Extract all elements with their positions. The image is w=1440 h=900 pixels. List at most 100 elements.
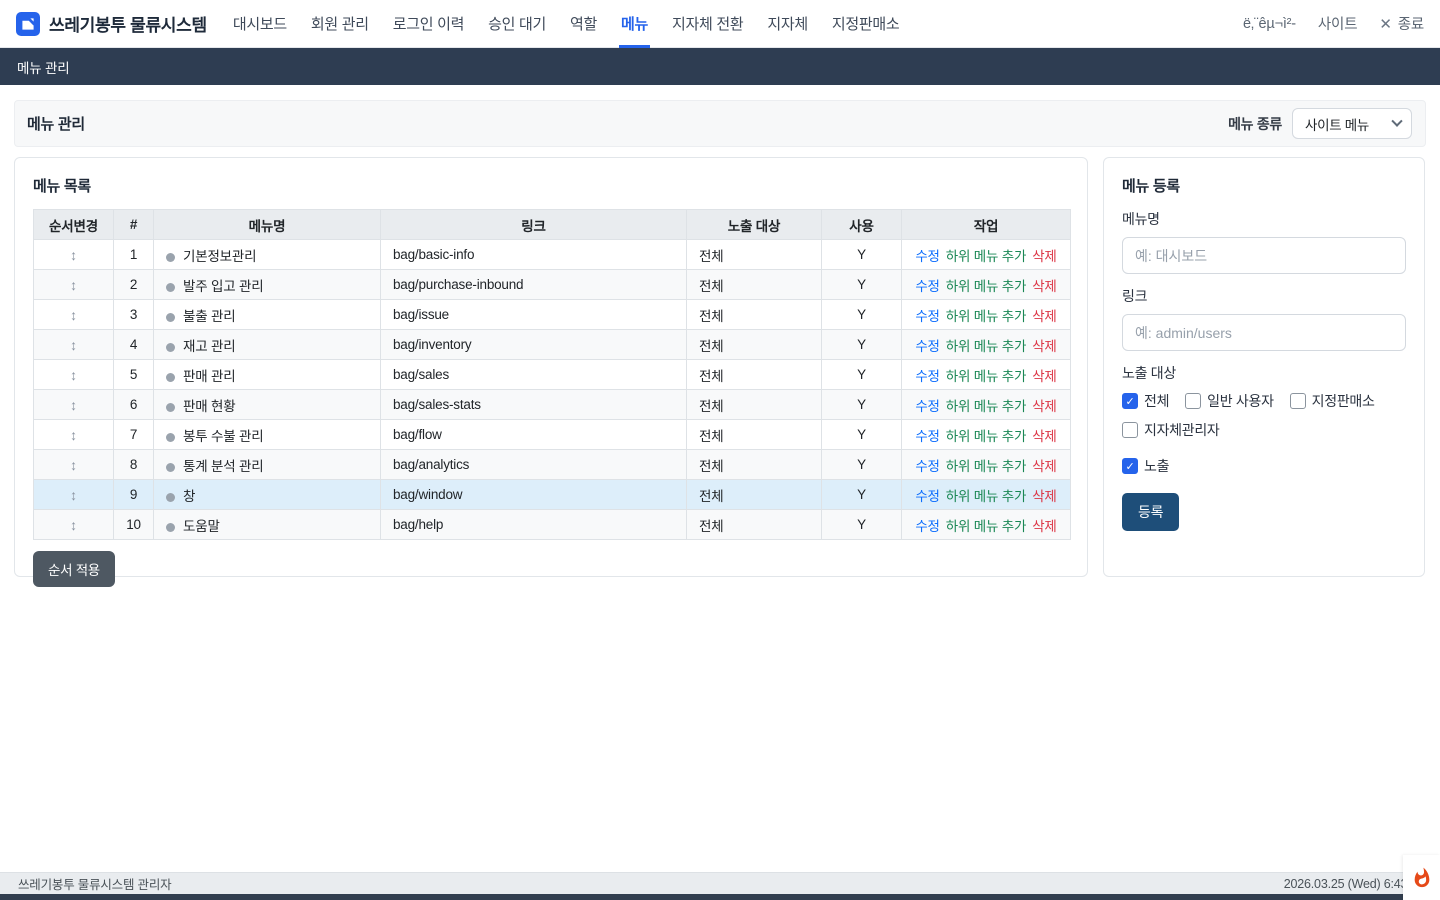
add-submenu-link[interactable]: 하위 메뉴 추가 xyxy=(946,369,1026,384)
add-submenu-link[interactable]: 하위 메뉴 추가 xyxy=(946,249,1026,264)
add-submenu-link[interactable]: 하위 메뉴 추가 xyxy=(946,459,1026,474)
nav-item-members[interactable]: 회원 관리 xyxy=(299,0,381,48)
apply-order-button[interactable]: 순서 적용 xyxy=(33,551,115,587)
drag-handle-icon[interactable]: ↕ xyxy=(70,427,77,443)
add-submenu-link[interactable]: 하위 메뉴 추가 xyxy=(946,489,1026,504)
menu-list-title: 메뉴 목록 xyxy=(33,175,1069,196)
edit-link[interactable]: 수정 xyxy=(915,369,939,384)
delete-link[interactable]: 삭제 xyxy=(1032,459,1056,474)
drag-handle-icon[interactable]: ↕ xyxy=(70,397,77,413)
flame-icon xyxy=(1411,867,1433,889)
target-cell: 전체 xyxy=(687,300,822,330)
bullet-icon xyxy=(166,493,175,502)
add-submenu-link[interactable]: 하위 메뉴 추가 xyxy=(946,429,1026,444)
link-cell: bag/sales-stats xyxy=(381,390,687,420)
edit-link[interactable]: 수정 xyxy=(915,429,939,444)
checkbox-label: 전체 xyxy=(1144,391,1169,411)
nav-item-stores[interactable]: 지정판매소 xyxy=(820,0,912,48)
checkbox-org-admin[interactable]: 지자체관리자 xyxy=(1122,420,1219,440)
nav-item-roles[interactable]: 역할 xyxy=(558,0,609,48)
column-header: 링크 xyxy=(381,210,687,240)
actions-cell: 수정 하위 메뉴 추가 삭제 xyxy=(902,360,1071,390)
debug-toolbar-strip[interactable] xyxy=(0,894,1440,900)
add-submenu-link[interactable]: 하위 메뉴 추가 xyxy=(946,309,1026,324)
menu-name-cell: 판매 현황 xyxy=(154,390,381,420)
menu-name-label: 메뉴명 xyxy=(1122,209,1406,229)
menu-register-card: 메뉴 등록 메뉴명 링크 노출 대상 ✓전체일반 사용자지정판매소지자체관리자 … xyxy=(1103,157,1425,577)
register-button[interactable]: 등록 xyxy=(1122,493,1179,531)
checkbox-unchecked-icon xyxy=(1122,422,1138,438)
drag-handle-icon[interactable]: ↕ xyxy=(70,487,77,503)
delete-link[interactable]: 삭제 xyxy=(1032,399,1056,414)
actions-cell: 수정 하위 메뉴 추가 삭제 xyxy=(902,270,1071,300)
add-submenu-link[interactable]: 하위 메뉴 추가 xyxy=(946,399,1026,414)
table-row: ↕10도움말bag/help전체Y수정하위 메뉴 추가삭제 xyxy=(34,510,1071,540)
add-submenu-link[interactable]: 하위 메뉴 추가 xyxy=(946,339,1026,354)
bullet-icon xyxy=(166,313,175,322)
link-cell: bag/purchase-inbound xyxy=(381,270,687,300)
edit-link[interactable]: 수정 xyxy=(915,249,939,264)
drag-handle-icon[interactable]: ↕ xyxy=(70,247,77,263)
table-row: ↕8통계 분석 관리bag/analytics전체Y수정하위 메뉴 추가삭제 xyxy=(34,450,1071,480)
edit-link[interactable]: 수정 xyxy=(915,489,939,504)
checkbox-general-user[interactable]: 일반 사용자 xyxy=(1185,391,1274,411)
column-header: # xyxy=(114,210,154,240)
use-cell: Y xyxy=(822,240,902,270)
add-submenu-link[interactable]: 하위 메뉴 추가 xyxy=(946,519,1026,534)
use-cell: Y xyxy=(822,300,902,330)
delete-link[interactable]: 삭제 xyxy=(1032,429,1056,444)
bullet-icon xyxy=(166,463,175,472)
drag-handle-icon[interactable]: ↕ xyxy=(70,367,77,383)
edit-link[interactable]: 수정 xyxy=(915,279,939,294)
use-cell: Y xyxy=(822,330,902,360)
nav-right: ë‚¨êµ¬ì²- 사이트 ✕ 종료 xyxy=(1243,13,1424,34)
menu-name-input[interactable] xyxy=(1122,237,1406,274)
drag-handle-icon[interactable]: ↕ xyxy=(70,517,77,533)
checkbox-label: 지자체관리자 xyxy=(1144,420,1219,440)
checkbox-expose[interactable]: ✓ 노출 xyxy=(1122,456,1406,476)
delete-link[interactable]: 삭제 xyxy=(1032,489,1056,504)
row-number: 8 xyxy=(114,450,154,480)
menu-type-select[interactable]: 사이트 메뉴 xyxy=(1292,108,1412,139)
delete-link[interactable]: 삭제 xyxy=(1032,519,1056,534)
menu-name-cell: 불출 관리 xyxy=(154,300,381,330)
drag-handle-icon[interactable]: ↕ xyxy=(70,457,77,473)
delete-link[interactable]: 삭제 xyxy=(1032,339,1056,354)
nav-item-dashboard[interactable]: 대시보드 xyxy=(221,0,299,48)
delete-link[interactable]: 삭제 xyxy=(1032,279,1056,294)
edit-link[interactable]: 수정 xyxy=(915,459,939,474)
use-cell: Y xyxy=(822,390,902,420)
nav-item-approval-wait[interactable]: 승인 대기 xyxy=(476,0,558,48)
table-row: ↕2발주 입고 관리bag/purchase-inbound전체Y수정하위 메뉴… xyxy=(34,270,1071,300)
edit-link[interactable]: 수정 xyxy=(915,339,939,354)
logout-link[interactable]: ✕ 종료 xyxy=(1379,13,1424,34)
edit-link[interactable]: 수정 xyxy=(915,399,939,414)
edit-link[interactable]: 수정 xyxy=(915,309,939,324)
debug-toolbar-toggle[interactable] xyxy=(1403,855,1440,900)
content: 메뉴 관리 메뉴 종류 사이트 메뉴 메뉴 목록 순서변경#메뉴명링크노출 대상… xyxy=(0,85,1440,577)
logout-label: 종료 xyxy=(1398,13,1424,34)
delete-link[interactable]: 삭제 xyxy=(1032,309,1056,324)
nav-item-login-history[interactable]: 로그인 이력 xyxy=(381,0,476,48)
site-link[interactable]: 사이트 xyxy=(1318,13,1357,34)
checkbox-all[interactable]: ✓전체 xyxy=(1122,391,1169,411)
bullet-icon xyxy=(166,523,175,532)
delete-link[interactable]: 삭제 xyxy=(1032,369,1056,384)
table-row: ↕3불출 관리bag/issue전체Y수정하위 메뉴 추가삭제 xyxy=(34,300,1071,330)
delete-link[interactable]: 삭제 xyxy=(1032,249,1056,264)
nav-item-menu[interactable]: 메뉴 xyxy=(609,0,660,48)
nav-item-org[interactable]: 지자체 xyxy=(755,0,820,48)
drag-handle-icon[interactable]: ↕ xyxy=(70,277,77,293)
footer-admin-text: 쓰레기봉투 물류시스템 관리자 xyxy=(18,874,171,893)
app-logo-icon xyxy=(16,12,40,36)
link-input[interactable] xyxy=(1122,314,1406,351)
link-cell: bag/window xyxy=(381,480,687,510)
drag-handle-icon[interactable]: ↕ xyxy=(70,307,77,323)
add-submenu-link[interactable]: 하위 메뉴 추가 xyxy=(946,279,1026,294)
edit-link[interactable]: 수정 xyxy=(915,519,939,534)
checkbox-designated-store[interactable]: 지정판매소 xyxy=(1290,391,1375,411)
target-cell: 전체 xyxy=(687,330,822,360)
drag-handle-icon[interactable]: ↕ xyxy=(70,337,77,353)
table-row: ↕7봉투 수불 관리bag/flow전체Y수정하위 메뉴 추가삭제 xyxy=(34,420,1071,450)
nav-item-org-switch[interactable]: 지자체 전환 xyxy=(660,0,755,48)
